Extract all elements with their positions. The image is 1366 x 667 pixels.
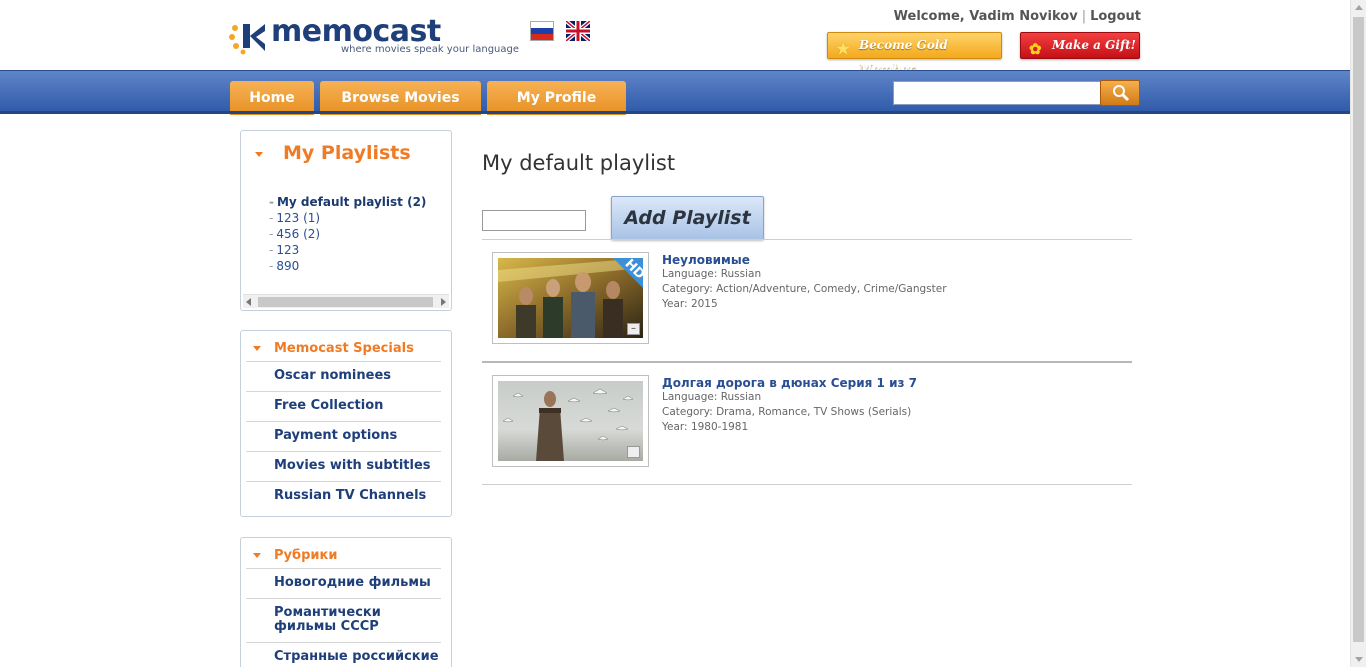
logo-mark-icon (229, 24, 265, 55)
search-button[interactable] (1100, 80, 1140, 106)
ru-flag-icon[interactable] (530, 21, 554, 41)
gift-button-label: Make a Gift! (1052, 38, 1136, 52)
movie-poster (498, 381, 643, 461)
collapse-arrow-icon[interactable] (253, 553, 261, 558)
movie-row: HD – Неуловимые Language: Russian Catego… (482, 252, 1132, 352)
rubric-item[interactable]: Романтически фильмы СССР (246, 598, 441, 642)
scroll-down-icon[interactable] (1355, 657, 1363, 662)
specials-item[interactable]: Payment options (246, 421, 441, 451)
become-gold-member-button[interactable]: ★ Become Gold Member (827, 32, 1002, 76)
playlist-item[interactable]: -456 (2) (269, 226, 426, 242)
playlist-item[interactable]: - My default playlist (2) (269, 194, 426, 210)
make-a-gift-button[interactable]: ✿ Make a Gift! (1020, 32, 1140, 59)
specials-item[interactable]: Russian TV Channels (246, 481, 441, 511)
playlist-item[interactable]: -123 (1) (269, 210, 426, 226)
welcome-prefix: Welcome, (893, 9, 965, 24)
collapse-arrow-icon[interactable] (255, 152, 263, 157)
movie-title-link[interactable]: Долгая дорога в дюнах Серия 1 из 7 (662, 376, 917, 390)
collapse-arrow-icon[interactable] (253, 346, 261, 351)
gift-icon: ✿ (1029, 40, 1042, 58)
scroll-left-icon[interactable] (246, 298, 251, 306)
scroll-thumb[interactable] (1353, 17, 1364, 642)
page-title: My default playlist (482, 151, 676, 175)
remove-from-playlist-icon[interactable] (627, 446, 640, 458)
memocast-specials-box: Memocast Specials Oscar nominees Free Co… (240, 330, 452, 517)
specials-item[interactable]: Oscar nominees (246, 361, 441, 391)
movie-row: Долгая дорога в дюнах Серия 1 из 7 Langu… (482, 375, 1132, 475)
scroll-thumb[interactable] (258, 297, 433, 307)
playlist-list: - My default playlist (2) -123 (1) -456 (… (269, 194, 426, 274)
my-playlists-box: My Playlists - My default playlist (2) -1… (240, 130, 452, 311)
movie-thumbnail[interactable] (492, 375, 649, 467)
scroll-right-icon[interactable] (441, 298, 446, 306)
remove-from-playlist-icon[interactable]: – (627, 323, 640, 335)
specials-item[interactable]: Free Collection (246, 391, 441, 421)
search-icon (1113, 85, 1130, 102)
star-icon: ★ (836, 39, 851, 58)
rubric-item[interactable]: Странные российские (246, 642, 441, 667)
rubrics-list: Новогодние фильмы Романтически фильмы СС… (246, 568, 441, 667)
my-playlists-title: My Playlists (283, 142, 411, 164)
uk-flag-icon[interactable] (566, 21, 590, 41)
new-playlist-input[interactable] (482, 210, 586, 231)
tab-browse-movies[interactable]: Browse Movies (320, 81, 481, 115)
divider (482, 239, 1132, 240)
memocast-logo[interactable]: memocast where movies speak your languag… (229, 14, 520, 60)
logout-link[interactable]: Logout (1090, 9, 1141, 24)
tab-home[interactable]: Home (230, 81, 314, 115)
movie-year: Year: 1980-1981 (662, 421, 749, 433)
playlist-horizontal-scrollbar[interactable] (243, 294, 449, 308)
movie-language: Language: Russian (662, 391, 762, 403)
rubric-item[interactable]: Новогодние фильмы (246, 568, 441, 598)
movie-thumbnail[interactable]: HD – (492, 252, 649, 344)
add-playlist-button[interactable]: Add Playlist (611, 196, 764, 240)
search-input[interactable] (893, 81, 1103, 105)
welcome-bar: Welcome, Vadim Novikov | Logout (893, 9, 1141, 24)
scroll-up-icon[interactable] (1355, 5, 1363, 10)
playlist-item[interactable]: -890 (269, 258, 426, 274)
movie-language: Language: Russian (662, 268, 762, 280)
specials-title: Memocast Specials (274, 341, 414, 356)
movie-category: Category: Drama, Romance, TV Shows (Seri… (662, 406, 912, 418)
hd-badge-icon: HD (613, 258, 643, 288)
divider (482, 484, 1132, 485)
rubrics-title: Рубрики (274, 548, 338, 563)
logo-tagline: where movies speak your language (341, 44, 520, 55)
divider (482, 361, 1132, 363)
rubrics-box: Рубрики Новогодние фильмы Романтически ф… (240, 537, 452, 667)
movie-category: Category: Action/Adventure, Comedy, Crim… (662, 283, 947, 295)
specials-item[interactable]: Movies with subtitles (246, 451, 441, 481)
main-navbar: Home Browse Movies My Profile (0, 70, 1350, 115)
tab-my-profile[interactable]: My Profile (487, 81, 626, 115)
movie-poster: HD – (498, 258, 643, 338)
movie-year: Year: 2015 (662, 298, 718, 310)
page-vertical-scrollbar[interactable] (1350, 0, 1366, 667)
playlist-item[interactable]: -123 (269, 242, 426, 258)
user-name: Vadim Novikov (969, 9, 1078, 24)
specials-list: Oscar nominees Free Collection Payment o… (246, 361, 441, 511)
movie-title-link[interactable]: Неуловимые (662, 253, 750, 267)
